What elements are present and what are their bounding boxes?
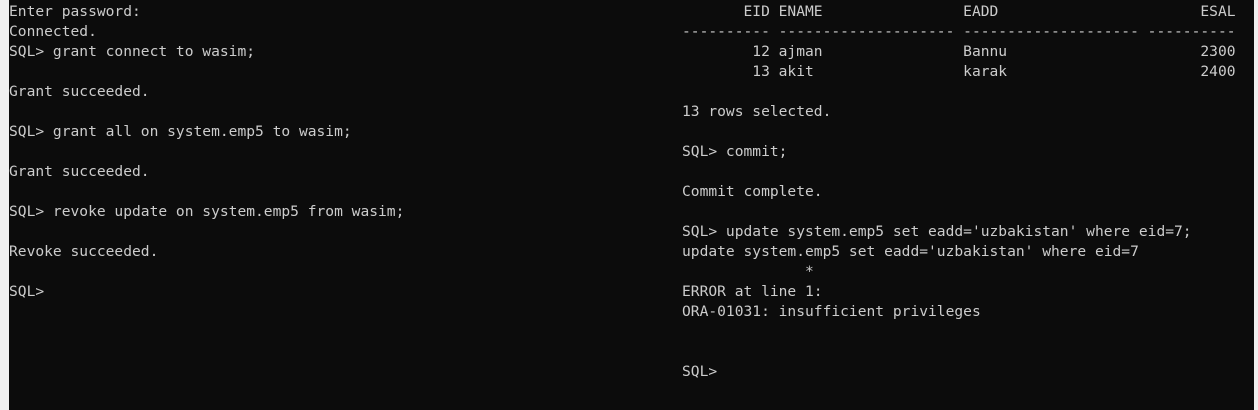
left-terminal-line: SQL> revoke update on system.emp5 from w… xyxy=(9,203,405,220)
left-terminal-line xyxy=(9,262,404,282)
right-terminal-line: ---------- -------------------- --------… xyxy=(682,23,1236,40)
right-terminal-window[interactable]: EID ENAME EADD ESAL ---------- ----------… xyxy=(672,0,1258,410)
right-terminal-line: EID ENAME EADD ESAL xyxy=(682,3,1236,20)
left-terminal-window[interactable]: Enter password: Connected. SQL> grant conn… xyxy=(0,0,670,410)
right-terminal-line: SQL> xyxy=(682,363,718,380)
left-terminal-line: Enter password: xyxy=(9,3,141,20)
left-terminal-line: Revoke succeeded. xyxy=(9,243,159,260)
left-terminal-line xyxy=(9,222,404,242)
right-terminal-line: 12 ajman Bannu 2300 xyxy=(682,43,1236,60)
right-terminal-line xyxy=(682,162,1236,182)
left-terminal-line: Grant succeeded. xyxy=(9,83,150,100)
left-terminal-line xyxy=(9,142,404,162)
left-terminal-line xyxy=(9,62,404,82)
right-terminal-line xyxy=(682,322,1236,342)
left-terminal-line: SQL> xyxy=(9,283,45,300)
right-terminal-line: update system.emp5 set eadd='uzbakistan'… xyxy=(682,243,1139,260)
right-terminal-line: SQL> commit; xyxy=(682,143,788,160)
left-terminal-line: SQL> grant all on system.emp5 to wasim; xyxy=(9,123,352,140)
right-terminal-line: Commit complete. xyxy=(682,183,823,200)
left-terminal-line xyxy=(9,102,404,122)
right-terminal-line: * xyxy=(682,263,814,280)
right-terminal-line: 13 akit karak 2400 xyxy=(682,63,1236,80)
left-terminal-output: Enter password: Connected. SQL> grant conn… xyxy=(9,2,404,302)
left-terminal-line: Grant succeeded. xyxy=(9,163,150,180)
right-terminal-line xyxy=(682,122,1236,142)
right-terminal-output: EID ENAME EADD ESAL ---------- ----------… xyxy=(682,2,1236,382)
right-terminal-line xyxy=(682,82,1236,102)
left-terminal-line: Connected. xyxy=(9,23,97,40)
right-terminal-line: 13 rows selected. xyxy=(682,103,832,120)
right-terminal-line: SQL> update system.emp5 set eadd='uzbaki… xyxy=(682,223,1192,240)
right-terminal-line xyxy=(682,342,1236,362)
right-terminal-line: ERROR at line 1: xyxy=(682,283,823,300)
left-terminal-line xyxy=(9,182,404,202)
right-terminal-line: ORA-01031: insufficient privileges xyxy=(682,303,981,320)
left-terminal-line: SQL> grant connect to wasim; xyxy=(9,43,256,60)
right-terminal-line xyxy=(682,202,1236,222)
